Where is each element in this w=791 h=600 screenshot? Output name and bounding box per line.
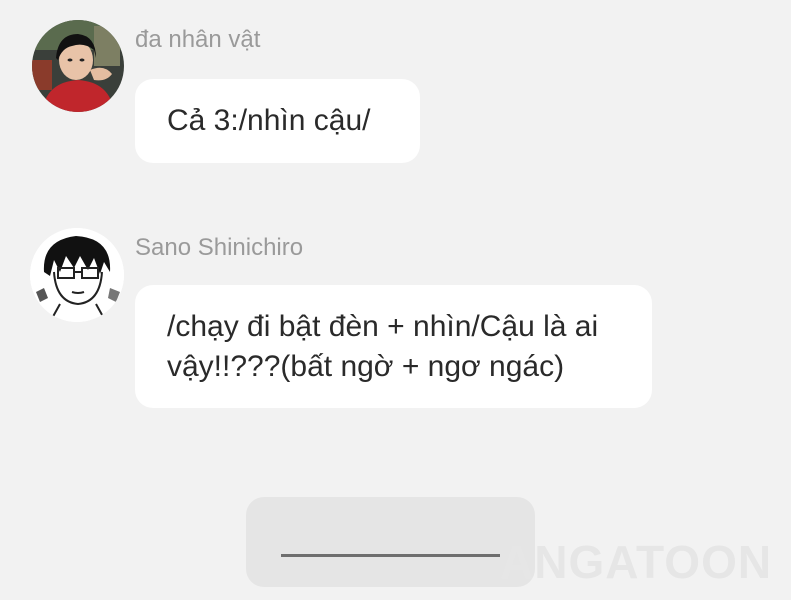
message-text: Cả 3:/nhìn cậu/ [167,104,371,137]
user-photo-avatar-icon[interactable] [32,20,124,112]
message-bubble[interactable]: /chạy đi bật đèn + nhìn/Cậu là ai vậy!!?… [135,285,652,408]
message-text: /chạy đi bật đèn + nhìn/Cậu là ai vậy!!?… [167,310,599,383]
watermark: ANGATOON [500,536,773,588]
manga-character-avatar-icon[interactable] [30,228,124,322]
sender-name: Sano Shinichiro [135,234,304,261]
message-bubble[interactable]: Cả 3:/nhìn cậu/ [135,79,420,163]
input-underline [281,554,500,557]
input-placeholder-box[interactable] [246,497,535,587]
sender-name: đa nhân vật [135,26,261,53]
